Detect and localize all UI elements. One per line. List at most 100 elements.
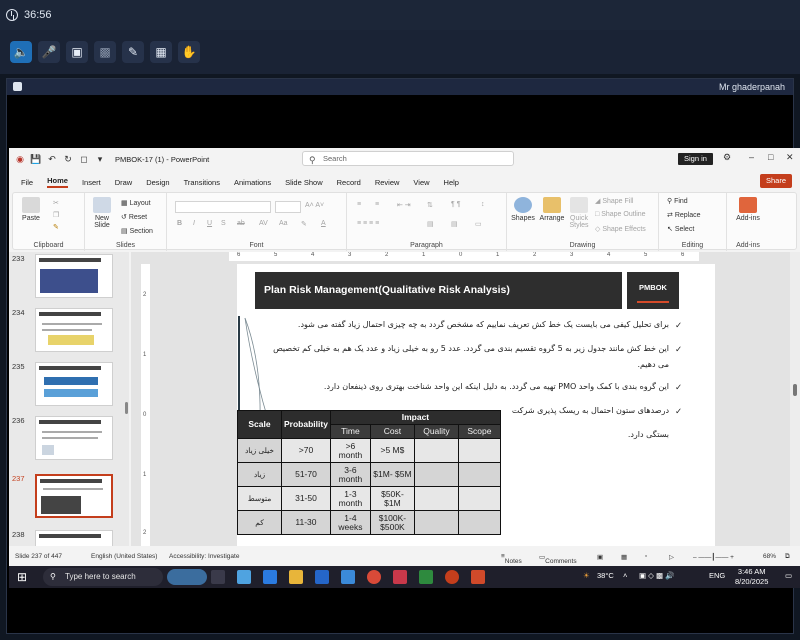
slideshow-icon[interactable]: ▷ <box>669 553 674 561</box>
minimize-icon[interactable]: – <box>749 152 754 162</box>
slide-sorter-icon[interactable]: ▦ <box>621 553 627 561</box>
save-icon[interactable]: 💾 <box>30 154 41 164</box>
excel-icon[interactable] <box>419 570 433 584</box>
section-button[interactable]: ▤ Section <box>121 227 153 235</box>
font-size-box[interactable] <box>275 201 301 213</box>
share-button[interactable]: Share <box>759 174 792 188</box>
indent-icons[interactable]: ⇤ ⇥ <box>397 201 411 209</box>
columns-icon[interactable]: ▤ <box>427 220 434 228</box>
addins-button[interactable]: Add-ins <box>733 197 763 222</box>
font-color-icon[interactable]: A <box>321 220 326 227</box>
slideshow-start-icon[interactable]: ◻ <box>79 154 89 164</box>
tray-icons[interactable]: ▣ ◇ ▩ 🔊 <box>639 571 675 580</box>
font-size-change-icons[interactable]: A˄ A˅ <box>305 202 324 209</box>
maximize-icon[interactable]: □ <box>768 152 773 162</box>
slide-thumbnail-selected[interactable] <box>35 474 113 518</box>
quick-styles-button[interactable]: Quick Styles <box>567 197 591 229</box>
comments-button[interactable]: ▭ Comments <box>539 553 577 565</box>
notifications-icon[interactable]: ▭ <box>785 571 792 580</box>
tab-record[interactable]: Record <box>337 178 361 187</box>
find-button[interactable]: ⚲ Find <box>667 197 688 205</box>
strikethrough-icon[interactable]: ab <box>237 220 245 227</box>
screen-share-icon[interactable]: ▩ <box>94 41 116 63</box>
slide-thumbnail[interactable] <box>35 254 113 298</box>
shape-outline-button[interactable]: □ Shape Outline <box>595 211 646 218</box>
tab-file[interactable]: File <box>21 178 33 187</box>
powerpoint-icon[interactable] <box>445 570 459 584</box>
raise-hand-icon[interactable]: ✋ <box>178 41 200 63</box>
bullets-icon[interactable]: ≡ <box>357 201 361 208</box>
align-icons[interactable]: ≡ ≡ ≡ ≡ <box>357 220 379 227</box>
tab-insert[interactable]: Insert <box>82 178 101 187</box>
screen-record-icon[interactable] <box>393 570 407 584</box>
camera-off-icon[interactable]: ▣ <box>66 41 88 63</box>
new-slide-button[interactable]: New Slide <box>89 197 115 229</box>
line-spacing-icon[interactable]: ⇅ <box>427 201 433 209</box>
shape-fill-button[interactable]: ◢ Shape Fill <box>595 197 633 205</box>
tab-help[interactable]: Help <box>444 178 459 187</box>
paste-button[interactable]: Paste <box>19 197 43 222</box>
tab-slide-show[interactable]: Slide Show <box>285 178 323 187</box>
select-button[interactable]: ↖ Select <box>667 225 694 233</box>
microphone-icon[interactable]: 🎤 <box>38 41 60 63</box>
edge-icon[interactable] <box>263 570 277 584</box>
reading-view-icon[interactable]: ▫ <box>645 553 647 560</box>
slide-thumbnail[interactable] <box>35 416 113 460</box>
close-icon[interactable]: ✕ <box>786 152 794 163</box>
tab-draw[interactable]: Draw <box>115 178 133 187</box>
direction-icons[interactable]: ¶ ¶ <box>451 201 460 208</box>
arrange-button[interactable]: Arrange <box>539 197 565 222</box>
signin-button[interactable]: Sign in <box>678 153 713 165</box>
slide-thumbnail[interactable] <box>35 530 113 546</box>
copilot-icon[interactable] <box>237 570 251 584</box>
settings-icon[interactable]: ⚙ <box>723 152 731 163</box>
tray-overflow-icon[interactable]: ˄ <box>623 571 627 580</box>
speaker-icon[interactable]: 🔈 <box>10 41 32 63</box>
autosave-icon[interactable]: ◉ <box>15 154 25 164</box>
tab-review[interactable]: Review <box>375 178 400 187</box>
bold-icon[interactable]: B <box>177 220 182 227</box>
shape-effects-button[interactable]: ◇ Shape Effects <box>595 225 646 233</box>
layout-button[interactable]: ▦ Layout <box>121 199 151 207</box>
cut-icon[interactable]: ✂ <box>53 199 59 207</box>
change-case-icon[interactable]: Aa <box>279 220 288 227</box>
taskbar-search[interactable]: ⚲ Type here to search <box>43 568 163 586</box>
clapper-icon[interactable]: ▦ <box>150 41 172 63</box>
clock[interactable]: 3:46 AM 8/20/2025 <box>735 567 768 587</box>
highlight-icon[interactable]: ✎ <box>301 220 307 228</box>
align-text-icon[interactable]: ▤ <box>451 220 458 228</box>
tab-design[interactable]: Design <box>146 178 169 187</box>
chrome-icon[interactable] <box>367 570 381 584</box>
shapes-button[interactable]: Shapes <box>511 197 535 222</box>
notes-button[interactable]: ≡ Notes <box>501 553 522 565</box>
replace-button[interactable]: ⇄ Replace <box>667 211 701 219</box>
file-explorer-icon[interactable] <box>289 570 303 584</box>
format-painter-icon[interactable]: ✎ <box>53 223 59 231</box>
weather-temp[interactable]: 38°C <box>597 571 614 580</box>
zoom-level[interactable]: 68% <box>763 553 776 560</box>
reset-button[interactable]: ↺ Reset <box>121 213 147 221</box>
slide-thumbnail[interactable] <box>35 308 113 352</box>
mail-icon[interactable] <box>341 570 355 584</box>
tab-animations[interactable]: Animations <box>234 178 271 187</box>
start-icon[interactable]: ⊞ <box>17 570 31 584</box>
accessibility-status[interactable]: Accessibility: Investigate <box>169 553 239 560</box>
numbering-icon[interactable]: ≡ <box>375 201 379 208</box>
store-icon[interactable] <box>315 570 329 584</box>
char-spacing-icon[interactable]: AV <box>259 220 268 227</box>
current-slide[interactable]: Plan Risk Management(Qualitative Risk An… <box>237 264 715 546</box>
task-view-icon[interactable] <box>211 570 225 584</box>
tab-view[interactable]: View <box>413 178 429 187</box>
redo-icon[interactable]: ↻ <box>63 154 73 164</box>
tab-transitions[interactable]: Transitions <box>184 178 220 187</box>
smartart-icon[interactable]: ▭ <box>475 220 482 228</box>
vertical-scrollbar[interactable] <box>790 252 800 546</box>
copy-icon[interactable]: ❐ <box>53 211 59 219</box>
font-name-box[interactable] <box>175 201 271 213</box>
fit-slide-icon[interactable]: ⧉ <box>785 553 790 561</box>
powerpoint-file-icon[interactable] <box>471 570 485 584</box>
italic-icon[interactable]: I <box>193 220 195 227</box>
thumbnail-scrollbar[interactable] <box>125 402 128 414</box>
pen-icon[interactable]: ✎ <box>122 41 144 63</box>
slide-thumbnail[interactable] <box>35 362 113 406</box>
